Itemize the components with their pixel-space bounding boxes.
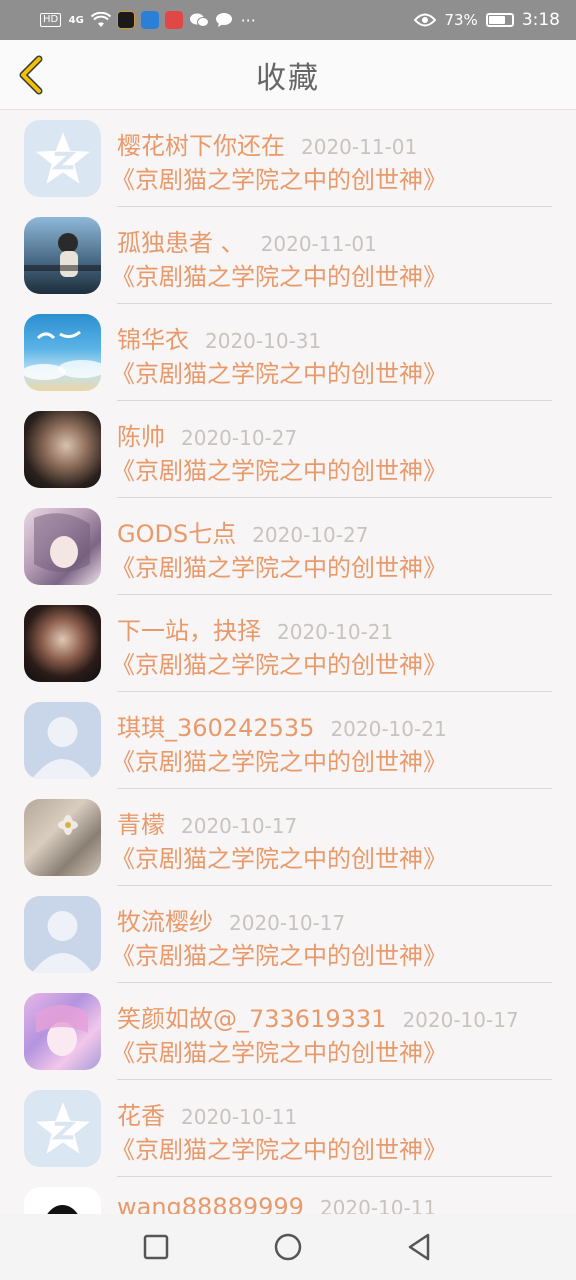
- status-left-icons: HD 4G ···: [40, 10, 257, 30]
- anime-avatar: [24, 993, 101, 1070]
- more-notifications-icon: ···: [240, 10, 256, 30]
- list-item[interactable]: 牧流樱纱 2020-10-17 《京剧猫之学院之中的创世神》: [0, 886, 576, 983]
- book-app-notification-icon: [165, 11, 184, 29]
- work-title: 《京剧猫之学院之中的创世神》: [111, 457, 447, 485]
- date: 2020-10-31: [205, 329, 322, 353]
- list-item[interactable]: 琪琪_360242535 2020-10-21 《京剧猫之学院之中的创世神》: [0, 692, 576, 789]
- list-item[interactable]: 樱花树下你还在 2020-11-01 《京剧猫之学院之中的创世神》: [0, 110, 576, 207]
- list-item[interactable]: 下一站，抉择 2020-10-21 《京剧猫之学院之中的创世神》: [0, 595, 576, 692]
- date: 2020-10-21: [330, 717, 447, 741]
- back-button[interactable]: [14, 54, 50, 96]
- anime-avatar: [24, 508, 101, 585]
- work-title: 《京剧猫之学院之中的创世神》: [111, 748, 447, 776]
- list-item[interactable]: 陈帅 2020-10-27 《京剧猫之学院之中的创世神》: [0, 401, 576, 498]
- flower-avatar: [24, 799, 101, 876]
- favorites-list[interactable]: 樱花树下你还在 2020-11-01 《京剧猫之学院之中的创世神》 孤独患者 、…: [0, 110, 576, 1214]
- date: 2020-10-27: [252, 523, 369, 547]
- work-title: 《京剧猫之学院之中的创世神》: [111, 651, 447, 679]
- qq-penguin-icon: [24, 1187, 101, 1214]
- work-title: 《京剧猫之学院之中的创世神》: [111, 360, 447, 388]
- qzone-star-icon: [24, 1090, 101, 1167]
- nickname: 樱花树下你还在: [117, 132, 285, 160]
- home-button[interactable]: [268, 1227, 308, 1267]
- app-notification-icon: [117, 11, 136, 29]
- list-item[interactable]: 锦华衣 2020-10-31 《京剧猫之学院之中的创世神》: [0, 304, 576, 401]
- sky-avatar: [24, 314, 101, 391]
- nickname: 孤独患者 、: [117, 229, 245, 257]
- default-user-icon: [24, 702, 101, 779]
- status-bar: HD 4G ··· 73% 3:18: [0, 0, 576, 40]
- work-title: 《京剧猫之学院之中的创世神》: [111, 263, 447, 291]
- qzone-star-icon: [24, 120, 101, 197]
- square-icon: [143, 1234, 169, 1260]
- system-back-button[interactable]: [400, 1227, 440, 1267]
- nickname: GODS七点: [117, 520, 237, 548]
- circle-icon: [274, 1233, 302, 1261]
- nickname: 花香: [117, 1102, 165, 1130]
- list-item[interactable]: 笑颜如故@_733619331 2020-10-17 《京剧猫之学院之中的创世神…: [0, 983, 576, 1080]
- chat-bubble-icon: [215, 11, 233, 29]
- chevron-left-icon: [19, 55, 43, 95]
- wifi-icon: [91, 11, 112, 29]
- nickname: 青檬: [117, 811, 165, 839]
- default-user-icon: [24, 896, 101, 973]
- nickname: wang88889999: [117, 1193, 304, 1214]
- list-item[interactable]: wang88889999 2020-10-11: [0, 1177, 576, 1214]
- nickname: 笑颜如故@_733619331: [117, 1005, 387, 1033]
- photo-avatar: [24, 411, 101, 488]
- nickname: 牧流樱纱: [117, 908, 213, 936]
- work-title: 《京剧猫之学院之中的创世神》: [111, 166, 447, 194]
- work-title: 《京剧猫之学院之中的创世神》: [111, 1136, 447, 1164]
- network-type-icon: 4G: [68, 14, 84, 26]
- eye-comfort-icon: [414, 11, 437, 29]
- header: 收藏: [0, 40, 576, 110]
- nickname: 琪琪_360242535: [117, 714, 315, 742]
- work-title: 《京剧猫之学院之中的创世神》: [111, 554, 447, 582]
- work-title: 《京剧猫之学院之中的创世神》: [111, 1039, 447, 1067]
- list-item[interactable]: 花香 2020-10-11 《京剧猫之学院之中的创世神》: [0, 1080, 576, 1177]
- photo-avatar: [24, 605, 101, 682]
- battery-percent: 73%: [444, 11, 478, 29]
- page-title: 收藏: [256, 60, 320, 96]
- browser-notification-icon: [141, 11, 160, 29]
- date: 2020-11-01: [260, 232, 377, 256]
- list-item[interactable]: 孤独患者 、 2020-11-01 《京剧猫之学院之中的创世神》: [0, 207, 576, 304]
- system-nav-bar: [0, 1214, 576, 1280]
- clock: 3:18: [521, 10, 560, 30]
- hd-icon: HD: [40, 13, 62, 27]
- battery-icon: [485, 13, 514, 27]
- status-right-icons: 73% 3:18: [414, 10, 560, 30]
- date: 2020-10-27: [181, 426, 298, 450]
- recent-apps-button[interactable]: [136, 1227, 176, 1267]
- list-item[interactable]: GODS七点 2020-10-27 《京剧猫之学院之中的创世神》: [0, 498, 576, 595]
- photo-avatar: [24, 217, 101, 294]
- work-title: 《京剧猫之学院之中的创世神》: [111, 845, 447, 873]
- triangle-back-icon: [408, 1233, 430, 1261]
- date: 2020-10-17: [181, 814, 298, 838]
- nickname: 锦华衣: [117, 326, 189, 354]
- date: 2020-10-21: [277, 620, 394, 644]
- date: 2020-10-11: [319, 1196, 437, 1214]
- list-item[interactable]: 青檬 2020-10-17 《京剧猫之学院之中的创世神》: [0, 789, 576, 886]
- date: 2020-10-17: [229, 911, 346, 935]
- date: 2020-10-11: [181, 1105, 298, 1129]
- date: 2020-11-01: [301, 135, 418, 159]
- nickname: 下一站，抉择: [117, 617, 261, 645]
- nickname: 陈帅: [117, 423, 165, 451]
- wechat-icon: [189, 11, 210, 29]
- work-title: 《京剧猫之学院之中的创世神》: [111, 942, 447, 970]
- date: 2020-10-17: [402, 1008, 519, 1032]
